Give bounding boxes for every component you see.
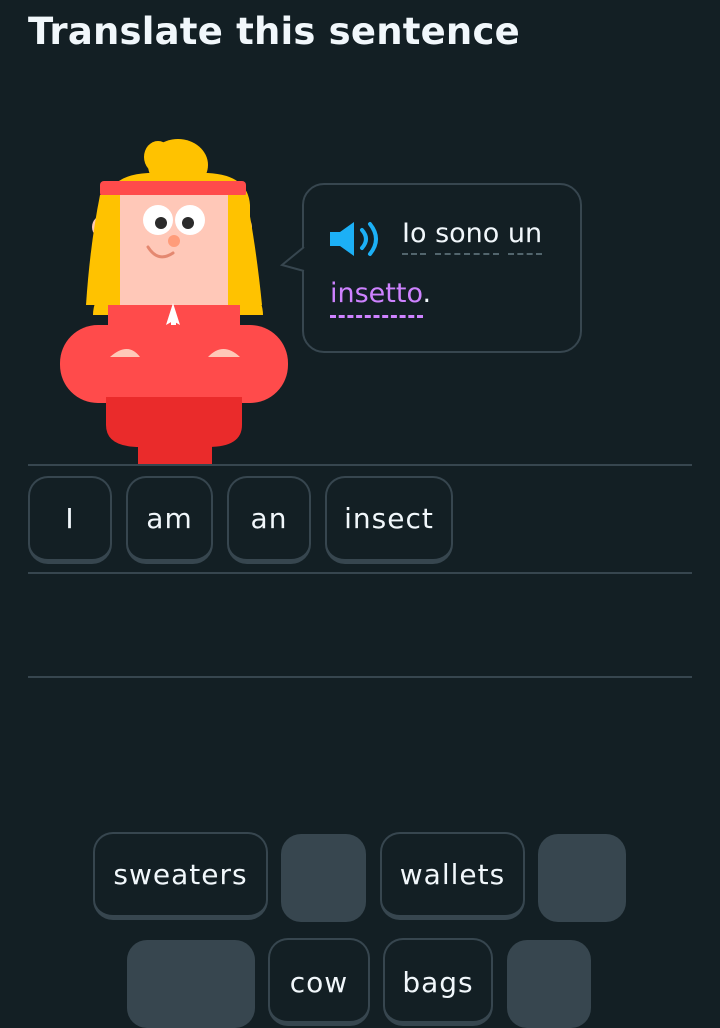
speaker-icon[interactable]	[328, 218, 384, 260]
prompt-word[interactable]: Io	[402, 218, 427, 255]
word-bank-placeholder	[127, 940, 255, 1028]
word-bank-tile[interactable]: bags	[383, 938, 493, 1026]
page-title: Translate this sentence	[28, 10, 520, 53]
word-bank-tile[interactable]: wallets	[380, 832, 525, 920]
answer-tile[interactable]: an	[227, 476, 311, 564]
word-bank-placeholder	[281, 834, 366, 922]
highlighted-word[interactable]: insetto	[330, 278, 423, 318]
answer-tile[interactable]: am	[126, 476, 213, 564]
answer-line-2	[28, 572, 692, 574]
prompt-word[interactable]: un	[507, 218, 543, 255]
answer-line-1	[28, 464, 692, 466]
word-bank-placeholder	[507, 940, 591, 1028]
word-bank-tile[interactable]: cow	[268, 938, 370, 1026]
answer-tile[interactable]: I	[28, 476, 112, 564]
character-illustration	[60, 139, 288, 465]
word-bank-tile[interactable]: sweaters	[93, 832, 268, 920]
answer-line-3	[28, 676, 692, 678]
prompt-word[interactable]: sono	[435, 218, 500, 255]
prompt-sentence-line2: insetto.	[330, 278, 432, 318]
prompt-punctuation: .	[422, 278, 432, 309]
answer-tile[interactable]: insect	[325, 476, 453, 564]
speech-bubble	[302, 183, 582, 353]
prompt-sentence-line1: Io sono un	[402, 218, 543, 255]
word-bank-placeholder	[538, 834, 626, 922]
speech-bubble-tail	[280, 246, 305, 272]
